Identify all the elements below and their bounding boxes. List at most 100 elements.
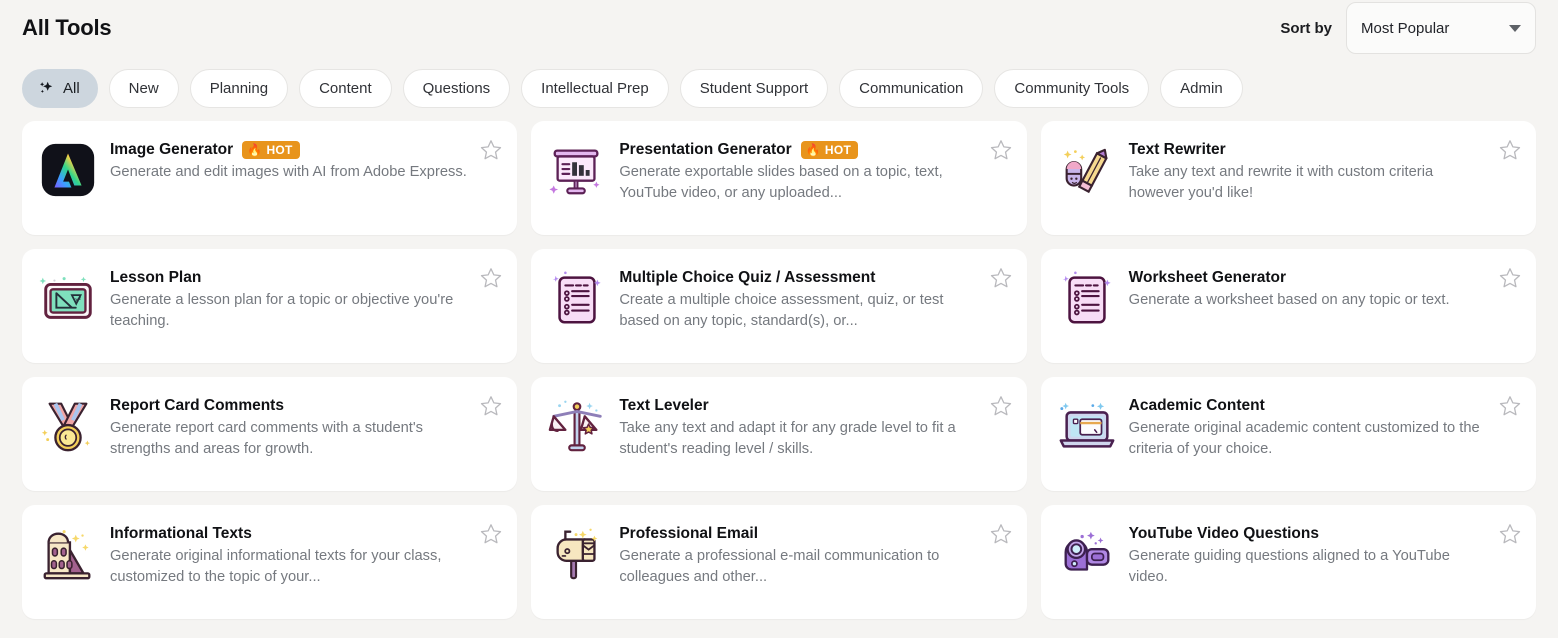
pencil-eraser-icon bbox=[1055, 138, 1119, 202]
sort-control-group: Sort by Most Popular bbox=[1280, 2, 1536, 54]
tool-card-title: Academic Content bbox=[1128, 397, 1265, 414]
star-outline-icon[interactable] bbox=[479, 266, 503, 290]
tool-card-description: Take any text and adapt it for any grade… bbox=[619, 420, 956, 457]
filter-pill-community-tools[interactable]: Community Tools bbox=[994, 68, 1150, 108]
star-outline-icon[interactable] bbox=[1498, 138, 1522, 162]
tool-card[interactable]: Text Leveler Take any text and adapt it f… bbox=[531, 377, 1027, 491]
tool-card-title: Image Generator bbox=[110, 141, 234, 158]
hot-badge: 🔥 HOT bbox=[242, 141, 300, 159]
tool-card-title-row: Multiple Choice Quiz / Assessment bbox=[619, 269, 976, 287]
filter-pill-label: Communication bbox=[859, 79, 964, 97]
balance-scale-icon bbox=[545, 394, 609, 458]
page-title: All Tools bbox=[22, 15, 112, 40]
star-outline-icon[interactable] bbox=[1498, 394, 1522, 418]
tool-card-description: Generate exportable slides based on a to… bbox=[619, 164, 943, 201]
adobe-express-icon bbox=[41, 143, 95, 197]
star-outline-icon[interactable] bbox=[989, 266, 1013, 290]
sort-by-label: Sort by bbox=[1280, 19, 1332, 37]
all-tools-page: All Tools Sort by Most Popular All New Pla… bbox=[0, 0, 1558, 638]
medal-icon bbox=[36, 394, 100, 458]
star-outline-icon[interactable] bbox=[1498, 522, 1522, 546]
tool-card-body: Informational Texts Generate original inf… bbox=[110, 522, 503, 588]
chalkboard-icon: x² bbox=[36, 266, 100, 330]
filter-pill-label: Intellectual Prep bbox=[541, 79, 649, 97]
filter-pill-all[interactable]: All bbox=[22, 68, 98, 108]
sparkles-icon bbox=[37, 79, 56, 98]
tool-card[interactable]: YouTube Video Questions Generate guiding … bbox=[1040, 505, 1536, 619]
camcorder-icon bbox=[1064, 531, 1110, 571]
tool-card-title-row: Image Generator 🔥 HOT bbox=[110, 141, 467, 159]
tool-card-body: Text Rewriter Take any text and rewrite i… bbox=[1129, 138, 1522, 204]
star-outline-icon[interactable] bbox=[989, 522, 1013, 546]
star-outline-icon[interactable] bbox=[1498, 266, 1522, 290]
medal-icon bbox=[41, 402, 90, 452]
tool-card-title: Presentation Generator bbox=[619, 141, 792, 158]
filter-pill-admin[interactable]: Admin bbox=[1160, 68, 1243, 108]
tool-card[interactable]: Academic Content Generate original academ… bbox=[1040, 377, 1536, 491]
tool-card-body: Worksheet Generator Generate a worksheet … bbox=[1129, 266, 1522, 311]
laptop-icon bbox=[1059, 402, 1115, 448]
tool-card[interactable]: Report Card Comments Generate report card… bbox=[22, 377, 518, 491]
filter-pill-student-support[interactable]: Student Support bbox=[679, 68, 829, 108]
tool-card-title-row: YouTube Video Questions bbox=[1129, 525, 1486, 543]
tool-card-description: Generate original informational texts fo… bbox=[110, 548, 442, 585]
tool-card[interactable]: Image Generator 🔥 HOT Generate and edit ima… bbox=[22, 121, 518, 235]
star-outline-icon[interactable] bbox=[479, 394, 503, 418]
tool-card-body: Image Generator 🔥 HOT Generate and edit ima… bbox=[110, 138, 503, 183]
tool-card-title-row: Academic Content bbox=[1129, 397, 1486, 415]
tool-card-description: Generate a worksheet based on any topic … bbox=[1128, 292, 1450, 308]
tool-card[interactable]: x² Lesson Plan Generate a lesson plan for … bbox=[22, 249, 518, 363]
filter-pill-label: Planning bbox=[209, 79, 269, 97]
sort-by-select[interactable]: Most Popular bbox=[1346, 2, 1536, 54]
tool-card-body: YouTube Video Questions Generate guiding … bbox=[1129, 522, 1522, 588]
presentation-board-icon bbox=[545, 138, 609, 202]
quiz-document-icon bbox=[545, 266, 609, 330]
tool-card[interactable]: Informational Texts Generate original inf… bbox=[22, 505, 518, 619]
star-outline-icon[interactable] bbox=[479, 138, 503, 162]
chalkboard-icon: x² bbox=[39, 276, 92, 319]
tool-card-body: Report Card Comments Generate report card… bbox=[110, 394, 503, 460]
filter-pill-new[interactable]: New bbox=[108, 68, 179, 108]
filter-pill-label: All bbox=[63, 79, 80, 97]
filter-pill-label: Questions bbox=[422, 79, 491, 97]
tool-card-title-row: Presentation Generator 🔥 HOT bbox=[619, 141, 976, 159]
tool-card-body: Multiple Choice Quiz / Assessment Create … bbox=[619, 266, 1012, 332]
filter-pill-label: Student Support bbox=[699, 79, 809, 97]
hot-badge-label: HOT bbox=[266, 143, 293, 157]
pencil-eraser-icon bbox=[1063, 148, 1108, 194]
filter-pill-planning[interactable]: Planning bbox=[189, 68, 289, 108]
presentation-board-icon bbox=[549, 149, 600, 195]
filter-pill-label: Community Tools bbox=[1014, 79, 1130, 97]
flame-icon: 🔥 bbox=[247, 143, 263, 157]
tool-card-description: Generate report card comments with a stu… bbox=[110, 420, 424, 457]
tool-card-body: Professional Email Generate a professiona… bbox=[619, 522, 1012, 588]
tool-card-title: Informational Texts bbox=[110, 525, 252, 542]
tool-card-body: Presentation Generator 🔥 HOT Generate expor… bbox=[619, 138, 1012, 204]
tool-card-title: Worksheet Generator bbox=[1128, 269, 1287, 286]
star-outline-icon[interactable] bbox=[989, 394, 1013, 418]
tool-card-description: Generate a professional e-mail communica… bbox=[619, 548, 940, 585]
tool-card-description: Generate a lesson plan for a topic or ob… bbox=[110, 292, 454, 329]
star-outline-icon[interactable] bbox=[989, 138, 1013, 162]
tool-card-title-row: Worksheet Generator bbox=[1129, 269, 1486, 287]
filter-pill-communication[interactable]: Communication bbox=[839, 68, 984, 108]
tool-card-title-row: Text Rewriter bbox=[1129, 141, 1486, 159]
tool-card[interactable]: Worksheet Generator Generate a worksheet … bbox=[1040, 249, 1536, 363]
tool-card-title: Professional Email bbox=[619, 525, 759, 542]
adobe-express-icon bbox=[36, 138, 100, 202]
tool-card[interactable]: Multiple Choice Quiz / Assessment Create … bbox=[531, 249, 1027, 363]
balance-scale-icon bbox=[549, 400, 603, 452]
tool-card-title: Report Card Comments bbox=[110, 397, 284, 414]
tool-card-title-row: Text Leveler bbox=[619, 397, 976, 415]
laptop-icon bbox=[1055, 394, 1119, 458]
filter-pill-content[interactable]: Content bbox=[299, 68, 392, 108]
chevron-down-icon bbox=[1509, 24, 1521, 32]
tool-card-title-row: Lesson Plan bbox=[110, 269, 467, 287]
filter-pill-intellectual-prep[interactable]: Intellectual Prep bbox=[521, 68, 669, 108]
tool-card[interactable]: Professional Email Generate a professiona… bbox=[531, 505, 1027, 619]
filter-pill-questions[interactable]: Questions bbox=[402, 68, 511, 108]
tool-card[interactable]: Presentation Generator 🔥 HOT Generate expor… bbox=[531, 121, 1027, 235]
tool-card[interactable]: Text Rewriter Take any text and rewrite i… bbox=[1040, 121, 1536, 235]
tool-card-title-row: Informational Texts bbox=[110, 525, 467, 543]
star-outline-icon[interactable] bbox=[479, 522, 503, 546]
